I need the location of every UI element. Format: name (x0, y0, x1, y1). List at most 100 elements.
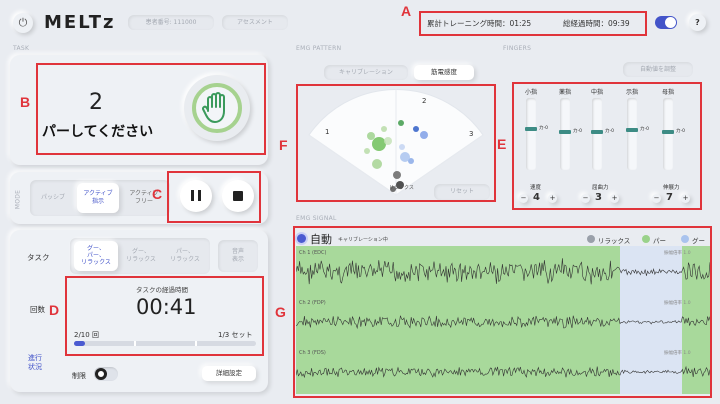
stop-button[interactable] (222, 180, 254, 212)
task-section-label: TASK (13, 45, 30, 52)
finger-slider-knob[interactable] (626, 128, 638, 132)
task-gu-pa-relax[interactable]: グー、 パー、 リラックス (74, 241, 118, 271)
annotation-label-a: A (401, 3, 412, 19)
param-label: 屈曲力 (592, 185, 609, 191)
channel-scale: 振幅倍率 1.0 (664, 351, 691, 356)
task-instruction: パーしてください (42, 124, 154, 140)
toggle-knob (665, 17, 676, 28)
timer-value: 00:41 (136, 295, 197, 319)
emg-pattern-point (384, 137, 392, 145)
reps-counter: 2/10 回 (74, 331, 99, 339)
param-label: 伸展力 (663, 185, 680, 191)
limit-toggle-knob (95, 368, 107, 380)
finger-label: 母指 (662, 89, 675, 96)
task-gu-relax[interactable]: グー、 リラックス (121, 248, 161, 264)
mode-passive[interactable]: パッシブ (34, 190, 72, 205)
emg-signal-plot (296, 246, 710, 394)
help-button[interactable]: ? (689, 14, 706, 31)
param-plus-button[interactable]: + (681, 194, 690, 203)
detail-settings-button[interactable]: 詳細設定 (202, 366, 256, 381)
finger-slider-knob[interactable] (525, 127, 537, 131)
mode-active-instruct[interactable]: アクティブ 指示 (77, 183, 119, 213)
elapsed-time: 総経過時間：09:39 (563, 19, 630, 28)
finger-slider[interactable] (559, 98, 571, 170)
channel-label: Ch 1 (EDC) (299, 250, 327, 256)
calibration-tab[interactable]: キャリブレーション (324, 65, 408, 80)
finger-slider[interactable] (525, 98, 537, 170)
finger-slider-knob[interactable] (662, 130, 674, 134)
fingers-section-label: FINGERS (503, 45, 532, 52)
signal-mode-label: 自動 (310, 233, 332, 246)
emg-pattern-point (413, 126, 419, 132)
emg-signal-section-label: EMG SIGNAL (296, 215, 337, 222)
stop-icon (233, 191, 243, 201)
hand-gesture-display (184, 75, 250, 141)
count-label: 回数 (30, 305, 45, 314)
annotation-label-f: F (279, 137, 288, 153)
channel-label: Ch 3 (FDS) (299, 350, 326, 356)
mode-toggle[interactable] (655, 16, 677, 29)
emg-pattern-point (420, 131, 428, 139)
assessment-button[interactable]: アセスメント (222, 15, 288, 30)
finger-slider-knob[interactable] (591, 130, 603, 134)
emg-pattern-section-label: EMG PATTERN (296, 45, 342, 52)
finger-slider[interactable] (626, 98, 638, 170)
task-select-label: タスク (27, 253, 50, 262)
task-pa-relax[interactable]: パー、 リラックス (165, 248, 205, 264)
finger-label: 中指 (591, 89, 604, 96)
emg-pattern-point (367, 132, 375, 140)
emg-pattern-point (372, 137, 386, 151)
annotation-label-b: B (20, 94, 31, 110)
power-icon: ⏻ (18, 16, 28, 29)
param-plus-button[interactable]: + (548, 194, 557, 203)
channel-scale: 振幅倍率 1.0 (664, 301, 691, 306)
reset-button[interactable]: リセット (434, 184, 490, 200)
emg-pattern-point (364, 148, 370, 154)
mode-section-label: MODE (14, 189, 22, 210)
finger-slider[interactable] (591, 98, 603, 170)
legend-label: リラックス (598, 237, 631, 245)
auto-adjust-button[interactable]: 自動値を調整 (623, 62, 693, 77)
channel-label: Ch 2 (FDP) (299, 300, 326, 306)
sector-label-2: 2 (422, 97, 427, 105)
limit-toggle[interactable] (94, 367, 118, 381)
param-plus-button[interactable]: + (610, 194, 619, 203)
pause-button[interactable] (180, 180, 212, 212)
finger-force-label: 力-0 (676, 129, 685, 134)
voice-display-button[interactable]: 音声 表示 (218, 240, 258, 272)
channel-scale: 振幅倍率 1.0 (664, 251, 691, 256)
progress-bar (74, 341, 256, 346)
finger-force-label: 力-0 (573, 129, 582, 134)
param-minus-button[interactable]: − (519, 194, 528, 203)
param-value: 7 (666, 192, 673, 203)
legend-label: パー (653, 237, 666, 245)
sector-label-3: 3 (469, 130, 474, 138)
param-minus-button[interactable]: − (581, 194, 590, 203)
param-value: 4 (533, 192, 540, 203)
signal-mode-sub: キャリブレーション中 (338, 237, 388, 243)
signal-mode-radio[interactable] (297, 234, 306, 243)
progress-fill (74, 341, 85, 346)
sector-label-1: 1 (325, 128, 330, 136)
finger-label: 薬指 (559, 89, 572, 96)
muscle-sensitivity-tab[interactable]: 筋電感度 (414, 65, 474, 80)
emg-pattern-point (400, 152, 410, 162)
annotation-label-g: G (275, 304, 286, 320)
finger-force-label: 力-0 (539, 126, 548, 131)
annotation-label-c: C (152, 186, 163, 202)
subject-id-field[interactable]: 患者番号: 111000 (128, 15, 214, 30)
task-gu-pa-relax-label: グー、 パー、 リラックス (81, 245, 111, 266)
finger-label: 示指 (626, 89, 639, 96)
finger-label: 小指 (525, 89, 538, 96)
param-minus-button[interactable]: − (652, 194, 661, 203)
legend-dot (587, 235, 595, 243)
emg-pattern-point (393, 171, 401, 179)
legend-dot (642, 235, 650, 243)
finger-slider-knob[interactable] (559, 130, 571, 134)
finger-slider[interactable] (662, 98, 674, 170)
power-button[interactable]: ⏻ (13, 13, 33, 33)
legend-dot (681, 235, 689, 243)
emg-pattern-point (399, 144, 405, 150)
annotation-label-e: E (497, 136, 507, 152)
app-logo: MELTz (44, 12, 116, 33)
